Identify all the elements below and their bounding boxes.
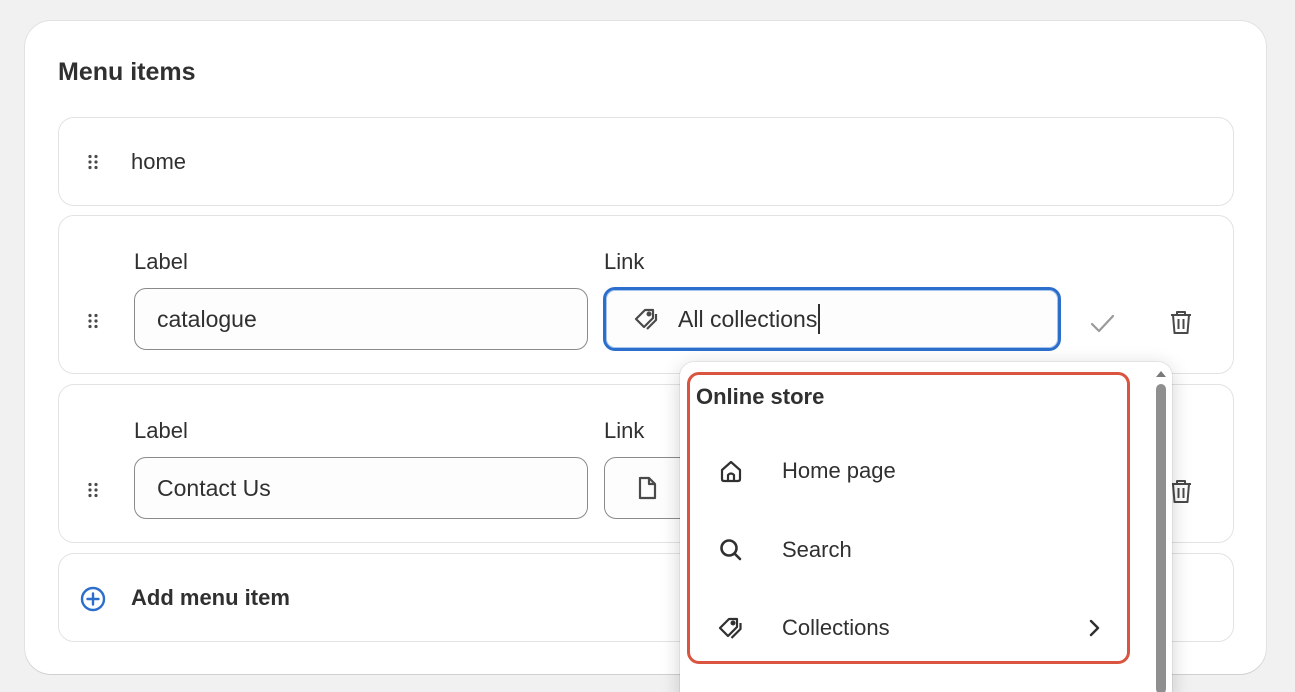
tag-icon — [716, 613, 746, 643]
scrollbar-thumb[interactable] — [1156, 384, 1166, 692]
text-caret — [818, 304, 821, 334]
label-field-heading: Label — [134, 249, 188, 274]
drag-handle-icon[interactable] — [87, 482, 99, 498]
add-menu-item-label: Add menu item — [131, 585, 290, 610]
checkmark-icon[interactable] — [1087, 308, 1117, 338]
label-field-heading: Label — [134, 418, 188, 443]
option-home-page[interactable]: Home page — [696, 439, 1116, 503]
link-field-heading: Link — [604, 249, 645, 274]
label-input[interactable]: catalogue — [134, 288, 588, 350]
label-input[interactable]: Contact Us — [134, 457, 588, 519]
tag-icon — [632, 305, 660, 333]
link-input[interactable]: All collections — [603, 287, 1061, 351]
search-icon — [716, 535, 746, 565]
trash-icon[interactable] — [1166, 307, 1196, 337]
home-icon — [716, 456, 746, 486]
scroll-up-arrow-icon[interactable] — [1155, 366, 1167, 377]
menu-item-row-home[interactable]: home — [58, 117, 1234, 206]
link-field-heading: Link — [604, 418, 645, 443]
option-search[interactable]: Search — [696, 518, 1116, 582]
option-collections[interactable]: Collections — [696, 596, 1116, 660]
chevron-right-icon — [1082, 616, 1106, 640]
drag-handle-icon[interactable] — [87, 154, 99, 170]
label-input-value: catalogue — [157, 305, 257, 332]
option-label: Collections — [782, 615, 890, 640]
add-circle-icon — [79, 585, 107, 613]
card-title: Menu items — [58, 58, 196, 86]
drag-handle-icon[interactable] — [87, 313, 99, 329]
page-icon — [633, 474, 661, 502]
popover-section-title: Online store — [696, 384, 825, 409]
link-input-value: All collections — [678, 305, 818, 332]
option-label: Search — [782, 537, 852, 562]
label-input-value: Contact Us — [157, 474, 271, 501]
option-label: Home page — [782, 458, 896, 483]
menu-item-label[interactable]: home — [131, 149, 186, 175]
